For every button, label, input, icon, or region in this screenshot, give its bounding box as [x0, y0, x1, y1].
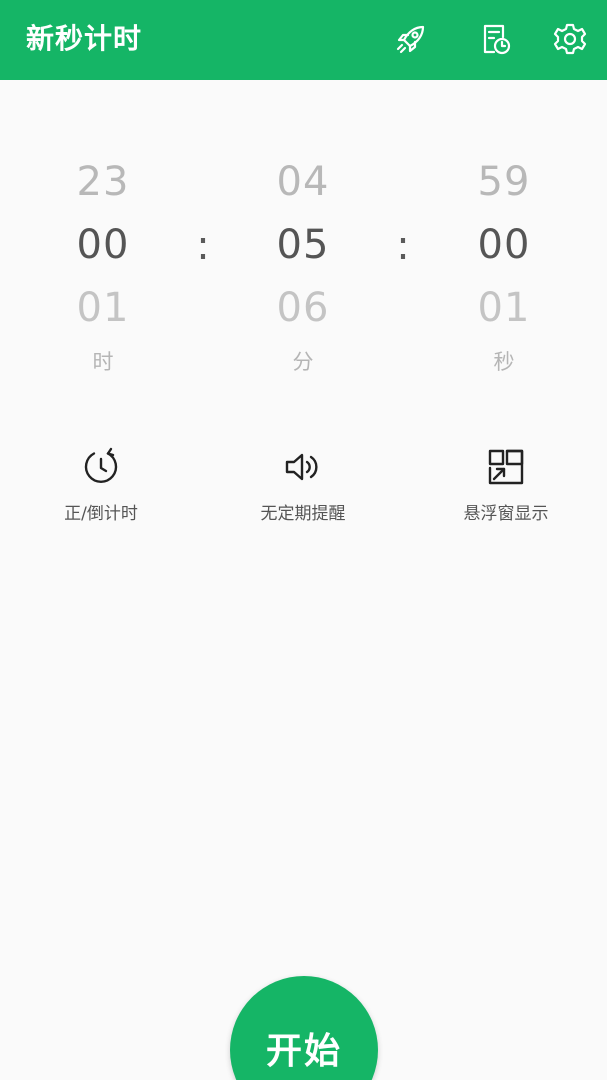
app-screen: 新秒计时 23 00 01 时: 04 05 06 分: 59 00 01 …: [0, 0, 607, 1080]
colon-separator: :: [396, 223, 410, 269]
speaker-icon: [281, 445, 325, 489]
hours-prev[interactable]: 23: [43, 150, 163, 214]
settings-button[interactable]: [549, 18, 591, 60]
rocket-icon: [393, 21, 429, 57]
timer-record-button[interactable]: [474, 18, 516, 60]
reminder-toggle[interactable]: 无定期提醒: [223, 445, 383, 527]
hours-unit-label: 时: [92, 350, 114, 374]
timer-record-icon: [477, 21, 513, 57]
floating-window-toggle[interactable]: 悬浮窗显示: [426, 445, 586, 527]
seconds-prev[interactable]: 59: [444, 150, 564, 214]
colon-separator: :: [196, 223, 210, 269]
hours-next[interactable]: 01: [43, 276, 163, 340]
minutes-next[interactable]: 06: [243, 276, 363, 340]
start-button[interactable]: 开始: [230, 976, 378, 1080]
top-app-bar: 新秒计时: [0, 0, 607, 80]
count-mode-toggle[interactable]: 正/倒计时: [21, 445, 181, 527]
minutes-unit-label: 分: [292, 350, 314, 374]
reminder-label: 无定期提醒: [260, 504, 346, 524]
seconds-current[interactable]: 00: [444, 213, 564, 277]
count-mode-label: 正/倒计时: [64, 504, 138, 524]
minutes-current[interactable]: 05: [243, 213, 363, 277]
minutes-prev[interactable]: 04: [243, 150, 363, 214]
app-title: 新秒计时: [26, 22, 143, 55]
floating-window-label: 悬浮窗显示: [463, 504, 549, 524]
countdown-icon: [79, 445, 123, 489]
floating-window-icon: [484, 445, 528, 489]
gear-icon: [553, 22, 587, 56]
rocket-button[interactable]: [390, 18, 432, 60]
start-button-label: 开始: [265, 1031, 342, 1072]
hours-current[interactable]: 00: [43, 213, 163, 277]
seconds-unit-label: 秒: [493, 350, 515, 374]
seconds-next[interactable]: 01: [444, 276, 564, 340]
